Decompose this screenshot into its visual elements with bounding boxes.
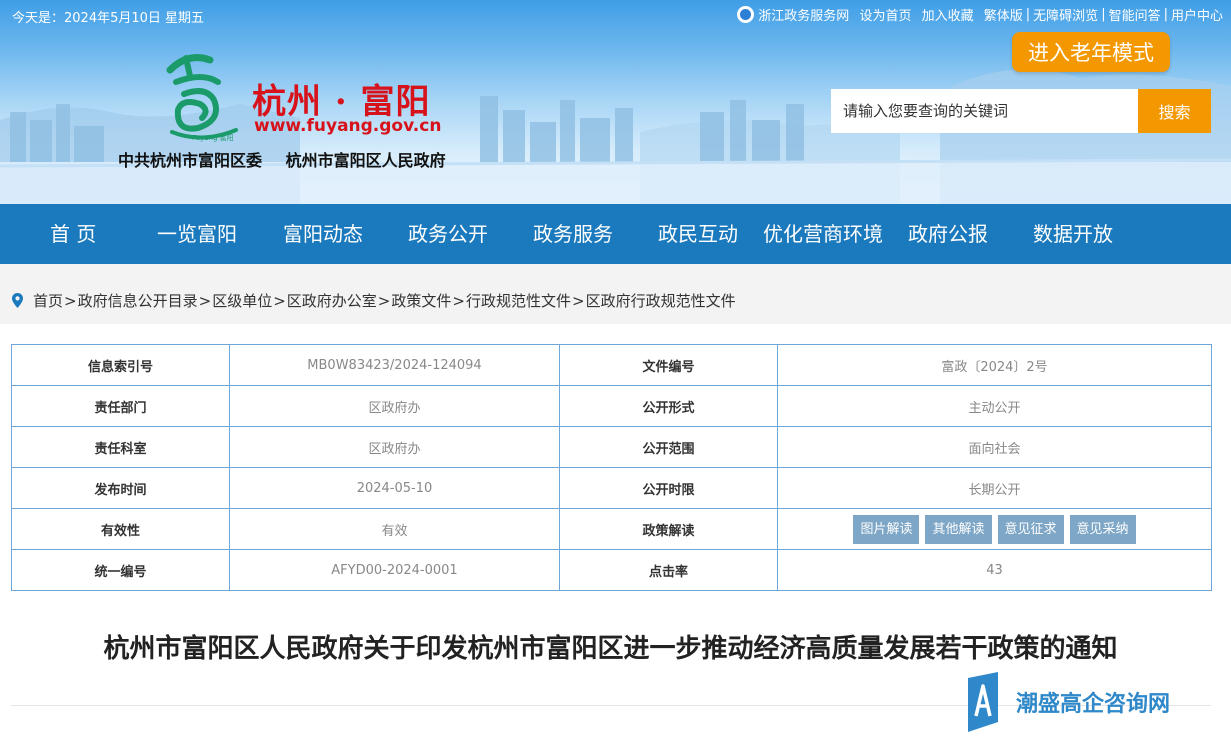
nav-open-data[interactable]: 数据开放: [1033, 204, 1113, 264]
watermark-logo-icon: [968, 672, 998, 732]
label-click-count: 点击率: [559, 549, 778, 591]
value-publish-date: 2024-05-10: [229, 467, 560, 509]
document-title: 杭州市富阳区人民政府关于印发杭州市富阳区进一步推动经济高质量发展若干政策的通知: [103, 634, 1118, 664]
nav-news[interactable]: 富阳动态: [283, 204, 363, 264]
link-user-center[interactable]: 用户中心: [1171, 5, 1223, 24]
link-zhejiang-service[interactable]: 浙江政务服务网: [758, 5, 849, 24]
breadcrumb-policy-docs[interactable]: 政策文件: [391, 290, 451, 311]
search-input[interactable]: [831, 89, 1138, 133]
value-disclosure-period: 长期公开: [777, 467, 1212, 509]
breadcrumb-info-catalog[interactable]: 政府信息公开目录: [78, 290, 198, 311]
site-header: 今天是：2024年5月10日 星期五 浙江政务服务网 设为首页 加入收藏 繁体版…: [0, 0, 1231, 204]
search-button[interactable]: 搜索: [1138, 89, 1211, 133]
org-party-committee: 中共杭州市富阳区委: [118, 151, 263, 170]
label-validity: 有效性: [11, 508, 230, 550]
label-disclosure-period: 公开时限: [559, 467, 778, 509]
label-policy-interpretation: 政策解读: [559, 508, 778, 550]
top-links: 浙江政务服务网 设为首页 加入收藏 繁体版 | 无障碍浏览 | 智能问答 | 用…: [737, 5, 1223, 24]
org-government: 杭州市富阳区人民政府: [285, 151, 446, 170]
table-row: 责任科室 区政府办 公开范围 面向社会: [11, 426, 1212, 468]
logo-caption: Fuyang 富阳: [192, 133, 234, 142]
label-unified-number: 统一编号: [11, 549, 230, 591]
value-index-number: MB0W83423/2024-124094: [229, 344, 560, 386]
nav-overview[interactable]: 一览富阳: [157, 204, 237, 264]
label-document-number: 文件编号: [559, 344, 778, 386]
nav-gov-services[interactable]: 政务服务: [533, 204, 613, 264]
watermark: 潮盛高企咨询网: [962, 672, 1224, 734]
nav-business-env[interactable]: 优化营商环境: [763, 204, 883, 264]
nav-interaction[interactable]: 政民互动: [658, 204, 738, 264]
value-disclosure-form: 主动公开: [777, 385, 1212, 427]
policy-interpretation-tags: 图片解读 其他解读 意见征求 意见采纳: [777, 508, 1212, 550]
link-set-homepage[interactable]: 设为首页: [859, 5, 911, 24]
fuyang-logo-icon[interactable]: Fuyang 富阳: [162, 48, 246, 148]
table-row: 发布时间 2024-05-10 公开时限 长期公开: [11, 467, 1212, 509]
current-date: 今天是：2024年5月10日 星期五: [12, 11, 205, 26]
link-smart-qa[interactable]: 智能问答: [1109, 5, 1161, 24]
link-traditional-chinese[interactable]: 繁体版: [984, 5, 1023, 24]
document-info-table: 信息索引号 MB0W83423/2024-124094 文件编号 富政〔2024…: [11, 344, 1212, 591]
site-url: www.fuyang.gov.cn: [254, 116, 442, 136]
label-department: 责任部门: [11, 385, 230, 427]
table-row: 责任部门 区政府办 公开形式 主动公开: [11, 385, 1212, 427]
tag-opinion-solicitation[interactable]: 意见征求: [997, 514, 1064, 544]
value-unified-number: AFYD00-2024-0001: [229, 549, 560, 591]
breadcrumb-gov-office[interactable]: 区政府办公室: [287, 290, 377, 311]
breadcrumb-normative-docs[interactable]: 行政规范性文件: [466, 290, 571, 311]
table-row: 有效性 有效 政策解读 图片解读 其他解读 意见征求 意见采纳: [11, 508, 1212, 550]
tag-image-interpretation[interactable]: 图片解读: [853, 514, 920, 544]
nav-gazette[interactable]: 政府公报: [908, 204, 988, 264]
breadcrumb-district-units[interactable]: 区级单位: [212, 290, 272, 311]
zhejiang-gov-logo-icon: [737, 6, 755, 23]
value-department: 区政府办: [229, 385, 560, 427]
breadcrumb-bar: 首页 > 政府信息公开目录 > 区级单位 > 区政府办公室 > 政策文件 > 行政规范性文…: [0, 264, 1231, 324]
main-nav: 首 页 一览富阳 富阳动态 政务公开 政务服务 政民互动 优化营商环境 政府公报…: [0, 204, 1231, 264]
value-click-count: 43: [777, 549, 1212, 591]
tag-opinion-adoption[interactable]: 意见采纳: [1069, 514, 1136, 544]
value-disclosure-scope: 面向社会: [777, 426, 1212, 468]
breadcrumb-current[interactable]: 区政府行政规范性文件: [586, 290, 736, 311]
label-disclosure-scope: 公开范围: [559, 426, 778, 468]
label-disclosure-form: 公开形式: [559, 385, 778, 427]
link-add-favorite[interactable]: 加入收藏: [922, 5, 974, 24]
table-row: 信息索引号 MB0W83423/2024-124094 文件编号 富政〔2024…: [11, 344, 1212, 386]
search-box: 搜索: [831, 89, 1211, 133]
nav-home[interactable]: 首 页: [50, 204, 96, 264]
tag-other-interpretation[interactable]: 其他解读: [925, 514, 992, 544]
location-pin-icon: [12, 293, 23, 308]
value-document-number: 富政〔2024〕2号: [777, 344, 1212, 386]
label-publish-date: 发布时间: [11, 467, 230, 509]
breadcrumb: 首页 > 政府信息公开目录 > 区级单位 > 区政府办公室 > 政策文件 > 行政规范性文…: [12, 290, 736, 311]
link-accessibility[interactable]: 无障碍浏览: [1033, 5, 1098, 24]
elder-mode-button[interactable]: 进入老年模式: [1012, 32, 1170, 72]
watermark-text: 潮盛高企咨询网: [1016, 691, 1171, 717]
value-validity: 有效: [229, 508, 560, 550]
nav-gov-affairs[interactable]: 政务公开: [408, 204, 488, 264]
table-row: 统一编号 AFYD00-2024-0001 点击率 43: [11, 549, 1212, 591]
top-bar: 今天是：2024年5月10日 星期五 浙江政务服务网 设为首页 加入收藏 繁体版…: [0, 0, 1231, 30]
value-section: 区政府办: [229, 426, 560, 468]
label-index-number: 信息索引号: [11, 344, 230, 386]
organization-names: 中共杭州市富阳区委 杭州市富阳区人民政府: [118, 147, 446, 171]
breadcrumb-home[interactable]: 首页: [33, 290, 63, 311]
label-section: 责任科室: [11, 426, 230, 468]
